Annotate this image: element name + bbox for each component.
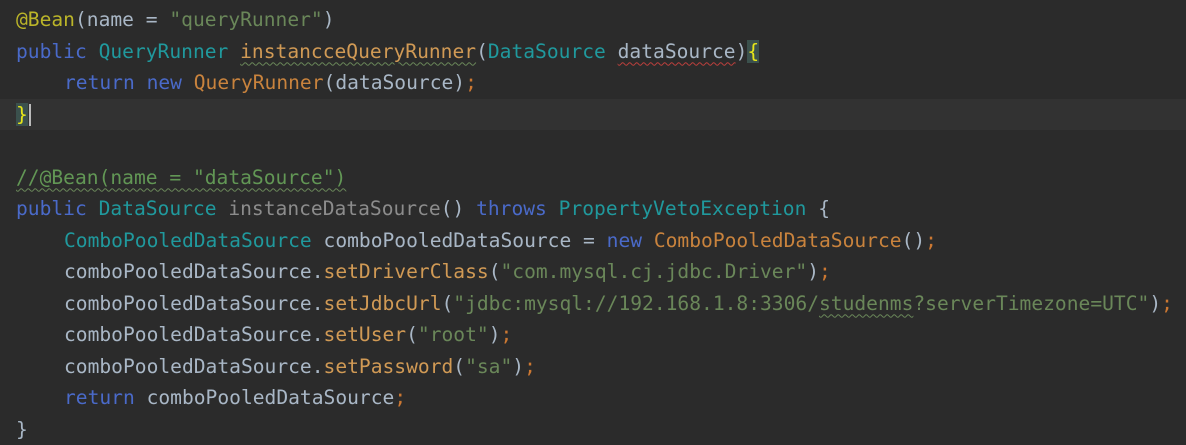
code-line[interactable]: } <box>0 99 1186 131</box>
code-token: ( <box>453 355 465 378</box>
code-token: ( <box>442 292 454 315</box>
code-token: setDriverClass <box>324 260 489 283</box>
code-token: setUser <box>324 323 407 346</box>
code-token: "queryRunner" <box>169 8 322 31</box>
code-line[interactable] <box>0 130 1186 162</box>
code-token: comboPooledDataSource. <box>64 355 324 378</box>
code-line[interactable]: comboPooledDataSource.setPassword("sa"); <box>0 351 1186 383</box>
code-token: ; <box>925 229 937 252</box>
code-line[interactable]: comboPooledDataSource.setUser("root"); <box>0 319 1186 351</box>
code-token: ( <box>476 40 488 63</box>
code-token: comboPooledDataSource. <box>64 260 324 283</box>
code-line[interactable]: return comboPooledDataSource; <box>0 382 1186 414</box>
code-token: ) <box>736 40 748 63</box>
code-token: } <box>16 103 28 126</box>
code-token: return <box>64 386 147 409</box>
code-token: comboPooledDataSource <box>147 386 395 409</box>
code-line[interactable]: public DataSource instanceDataSource() t… <box>0 193 1186 225</box>
code-token: QueryRunner <box>194 71 324 94</box>
code-token: dataSource <box>618 40 736 63</box>
code-token: public <box>16 40 99 63</box>
code-token: ) <box>323 8 335 31</box>
code-token: ComboPooledDataSource <box>64 229 324 252</box>
code-token: throws <box>476 197 559 220</box>
code-token: @Bean <box>16 8 75 31</box>
code-token: () <box>441 197 476 220</box>
code-token: DataSource <box>99 197 229 220</box>
code-token: new <box>147 71 194 94</box>
code-token: "sa" <box>465 355 512 378</box>
code-token: ; <box>394 386 406 409</box>
code-token: setJdbcUrl <box>324 292 442 315</box>
code-token: { <box>818 197 830 220</box>
code-line[interactable]: } <box>0 414 1186 445</box>
code-token: } <box>16 418 28 441</box>
code-token: ) <box>1149 292 1161 315</box>
code-token: instanceDataSource <box>228 197 440 220</box>
code-token: (dataSource) <box>324 71 466 94</box>
code-token: return <box>64 71 147 94</box>
code-token: ; <box>1161 292 1173 315</box>
code-token: ( <box>489 260 501 283</box>
code-token: ; <box>524 355 536 378</box>
code-token: ComboPooledDataSource <box>654 229 902 252</box>
code-token: { <box>747 40 759 63</box>
code-token: ?serverTimezone=UTC" <box>913 292 1149 315</box>
code-line[interactable]: comboPooledDataSource.setJdbcUrl("jdbc:m… <box>0 288 1186 320</box>
code-token: public <box>16 197 99 220</box>
code-token: ( <box>406 323 418 346</box>
code-line[interactable]: return new QueryRunner(dataSource); <box>0 67 1186 99</box>
code-line[interactable]: @Bean(name = "queryRunner") <box>0 4 1186 36</box>
code-line[interactable]: comboPooledDataSource.setDriverClass("co… <box>0 256 1186 288</box>
code-token: ) <box>807 260 819 283</box>
code-token: instancceQueryRunner <box>240 40 476 63</box>
code-token: ; <box>819 260 831 283</box>
code-token: "jdbc:mysql://192.168.1.8:3306/ <box>453 292 819 315</box>
code-token: name = <box>87 8 170 31</box>
code-token: "root" <box>418 323 489 346</box>
code-token: ( <box>75 8 87 31</box>
text-caret <box>29 104 31 126</box>
code-token: //@Bean(name = "dataSource") <box>16 166 346 189</box>
code-line[interactable]: public QueryRunner instancceQueryRunner(… <box>0 36 1186 68</box>
code-token: ; <box>500 323 512 346</box>
code-token: setPassword <box>324 355 454 378</box>
code-token: comboPooledDataSource. <box>64 292 324 315</box>
code-token: new <box>607 229 654 252</box>
code-token: comboPooledDataSource. <box>64 323 324 346</box>
code-token: ; <box>465 71 477 94</box>
code-line[interactable]: //@Bean(name = "dataSource") <box>0 162 1186 194</box>
code-token: () <box>902 229 926 252</box>
code-token: DataSource <box>488 40 618 63</box>
code-token: PropertyVetoException <box>559 197 819 220</box>
code-editor[interactable]: @Bean(name = "queryRunner")public QueryR… <box>0 4 1186 442</box>
code-token: comboPooledDataSource = <box>324 229 607 252</box>
code-token: QueryRunner <box>99 40 241 63</box>
code-token: ) <box>512 355 524 378</box>
code-line[interactable]: ComboPooledDataSource comboPooledDataSou… <box>0 225 1186 257</box>
code-token: studenms <box>819 292 913 315</box>
code-token: "com.mysql.cj.jdbc.Driver" <box>500 260 807 283</box>
code-token: ) <box>489 323 501 346</box>
